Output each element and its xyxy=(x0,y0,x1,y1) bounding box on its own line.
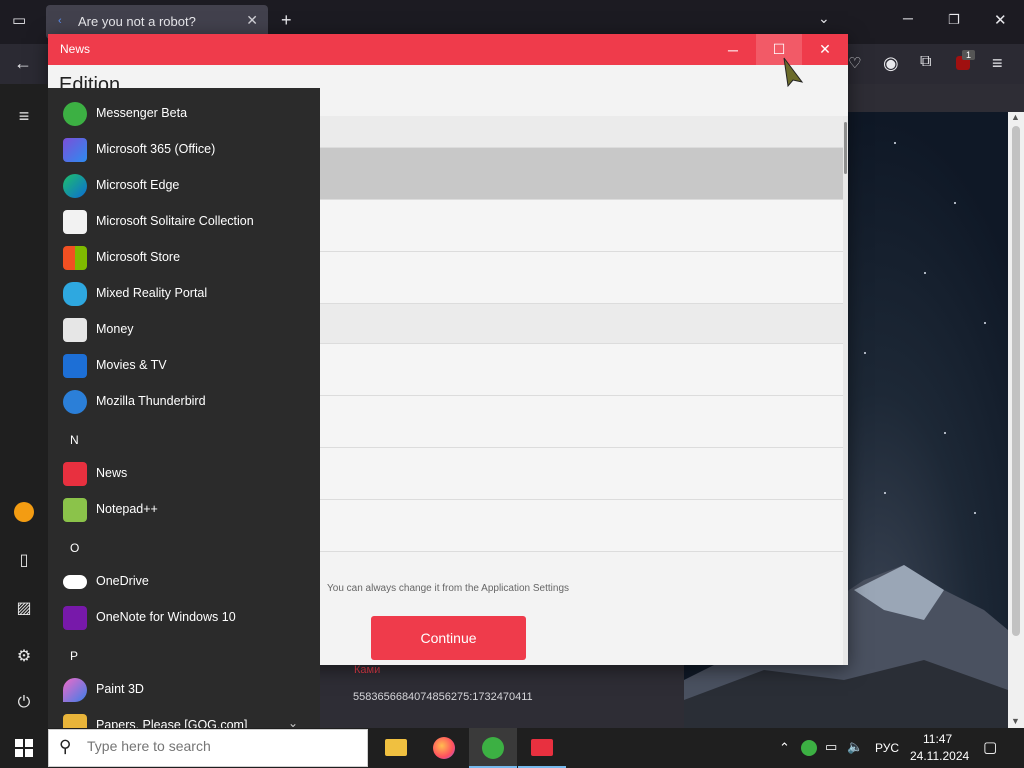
app-messenger-beta[interactable]: Messenger Beta xyxy=(48,96,320,132)
letter-header-n[interactable]: N xyxy=(70,433,79,447)
news-close-icon[interactable]: ✕ xyxy=(802,34,848,65)
letter-header-p[interactable]: P xyxy=(70,649,78,663)
tab-favicon-icon: ‹ xyxy=(58,15,62,27)
menu-icon[interactable]: ≡ xyxy=(992,53,1003,74)
documents-icon[interactable]: ▯ xyxy=(14,550,34,570)
movies-tv-icon xyxy=(63,354,87,378)
news-titlebar: News ─ ☐ ✕ xyxy=(48,34,848,65)
taskbar: ⚲ ⌃ ▭ 🔈 РУС 11:47 24.11.2024 ▢ xyxy=(0,728,1024,768)
pictures-icon[interactable]: ▨ xyxy=(14,598,34,618)
app-money[interactable]: Money xyxy=(48,312,320,348)
news-icon xyxy=(63,462,87,486)
page-label: Ками xyxy=(354,664,381,676)
new-tab-button[interactable]: + xyxy=(281,10,292,31)
messenger-beta-icon xyxy=(63,102,87,126)
volume-icon[interactable]: 🔈 xyxy=(847,739,863,755)
tray-messenger-icon[interactable] xyxy=(801,740,817,756)
app-movies-tv[interactable]: Movies & TV xyxy=(48,348,320,384)
hamburger-icon[interactable]: ≡ xyxy=(14,106,34,126)
extension-badge: 1 xyxy=(962,50,975,60)
settings-hint: You can always change it from the Applic… xyxy=(327,583,570,594)
pocket-icon[interactable]: ♡ xyxy=(848,54,861,72)
app-microsoft-store[interactable]: Microsoft Store xyxy=(48,240,320,276)
app-solitaire[interactable]: Microsoft Solitaire Collection xyxy=(48,204,320,240)
clock-time[interactable]: 11:47 xyxy=(923,732,952,746)
scroll-down-icon[interactable]: ▼ xyxy=(1011,716,1020,726)
app-microsoft-edge[interactable]: Microsoft Edge xyxy=(48,168,320,204)
continue-button[interactable]: Continue xyxy=(371,616,526,660)
extensions-icon[interactable]: ⧉ xyxy=(920,53,931,71)
office-icon xyxy=(63,138,87,162)
app-onenote[interactable]: OneNote for Windows 10 xyxy=(48,600,320,636)
chevron-down-icon[interactable]: ⌄ xyxy=(288,716,298,728)
messenger-icon xyxy=(482,737,504,759)
paint3d-icon xyxy=(63,678,87,702)
restore-icon[interactable]: ❐ xyxy=(948,12,960,28)
minimize-icon[interactable]: ─ xyxy=(903,10,913,26)
letter-header-o[interactable]: O xyxy=(70,541,79,555)
news-window-title: News xyxy=(60,42,91,56)
tab-list-icon[interactable]: ▭ xyxy=(12,11,26,29)
tab-title: Are you not a robot? xyxy=(78,14,196,29)
taskbar-messenger[interactable] xyxy=(469,728,517,768)
app-notepadpp[interactable]: Notepad++ xyxy=(48,492,320,528)
tab-close-icon[interactable]: ✕ xyxy=(246,12,258,29)
thunderbird-icon xyxy=(63,390,87,414)
folder-icon xyxy=(63,714,87,728)
page-scroll-thumb[interactable] xyxy=(1012,126,1020,636)
onedrive-icon xyxy=(63,575,87,589)
solitaire-icon xyxy=(63,210,87,234)
app-onedrive[interactable]: OneDrive xyxy=(48,564,320,600)
mixed-reality-icon xyxy=(63,282,87,306)
news-scrollbar[interactable] xyxy=(843,116,848,665)
news-minimize-icon[interactable]: ─ xyxy=(710,34,756,65)
app-paint-3d[interactable]: Paint 3D xyxy=(48,672,320,708)
money-icon xyxy=(63,318,87,342)
language-indicator[interactable]: РУС xyxy=(875,741,899,755)
file-explorer-icon xyxy=(385,739,407,756)
app-papers-please[interactable]: Papers, Please [GOG.com] ⌄ xyxy=(48,708,320,728)
close-window-icon[interactable]: ✕ xyxy=(994,11,1007,29)
taskbar-news[interactable] xyxy=(518,728,566,768)
scroll-up-icon[interactable]: ▲ xyxy=(1011,112,1020,122)
app-news[interactable]: News xyxy=(48,456,320,492)
onenote-icon xyxy=(63,606,87,630)
news-taskbar-icon xyxy=(531,739,553,756)
tab-overflow-chevron-icon[interactable]: ⌄ xyxy=(818,10,830,27)
search-icon: ⚲ xyxy=(59,737,72,756)
taskbar-firefox[interactable] xyxy=(420,728,468,768)
page-id-text: 558365668407485627​5:1732470411 xyxy=(353,691,533,703)
app-microsoft-365[interactable]: Microsoft 365 (Office) xyxy=(48,132,320,168)
windows-logo-icon xyxy=(15,739,33,757)
start-app-list: Messenger Beta Microsoft 365 (Office) Mi… xyxy=(48,88,320,728)
edge-icon xyxy=(63,174,87,198)
tray-chevron-up-icon[interactable]: ⌃ xyxy=(779,740,790,756)
taskbar-file-explorer[interactable] xyxy=(371,728,419,768)
settings-icon[interactable]: ⚙ xyxy=(14,646,34,666)
cursor-icon xyxy=(783,57,804,88)
news-scroll-thumb[interactable] xyxy=(844,122,847,174)
notification-icon[interactable]: ▢ xyxy=(983,738,997,756)
app-mixed-reality-portal[interactable]: Mixed Reality Portal xyxy=(48,276,320,312)
start-button[interactable] xyxy=(0,728,48,768)
back-arrow-icon[interactable]: ← xyxy=(14,53,32,74)
store-icon xyxy=(63,246,87,270)
start-rail: ≡ ▯ ▨ ⚙ ⏻ xyxy=(0,84,48,728)
account-icon[interactable]: ◉ xyxy=(883,53,899,74)
firefox-icon xyxy=(433,737,455,759)
search-input[interactable] xyxy=(87,738,357,754)
notepadpp-icon xyxy=(63,498,87,522)
page-scrollbar[interactable]: ▲ ▼ xyxy=(1008,112,1024,728)
taskbar-search[interactable]: ⚲ xyxy=(48,729,368,767)
power-icon[interactable]: ⏻ xyxy=(14,694,34,714)
user-avatar[interactable] xyxy=(14,502,34,522)
app-mozilla-thunderbird[interactable]: Mozilla Thunderbird xyxy=(48,384,320,420)
network-icon[interactable]: ▭ xyxy=(825,739,837,755)
clock-date[interactable]: 24.11.2024 xyxy=(910,749,969,763)
